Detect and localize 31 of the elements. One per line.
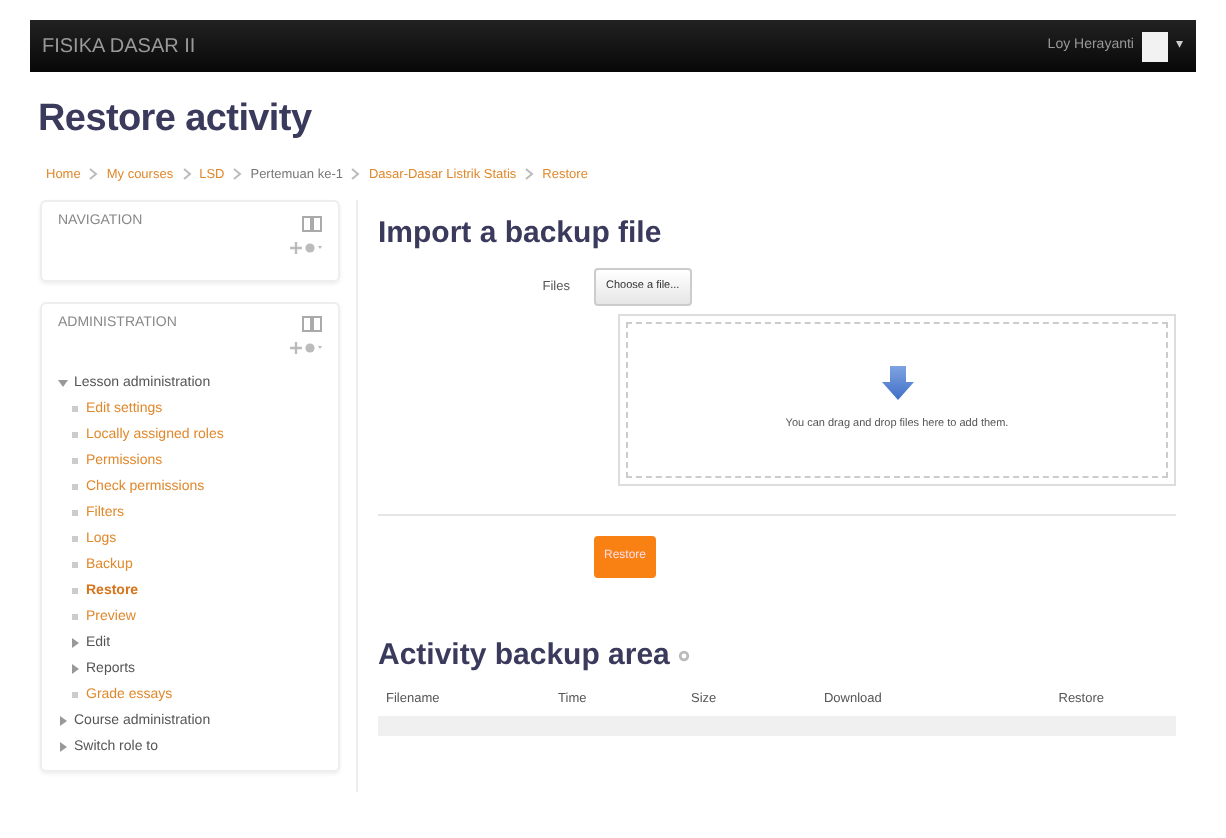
chevron-icon xyxy=(181,168,192,181)
dock-icon[interactable] xyxy=(302,215,322,231)
caret-down-icon xyxy=(58,377,68,388)
caret-right-icon xyxy=(70,637,80,648)
chevron-icon xyxy=(350,168,361,181)
move-settings-icon[interactable] xyxy=(290,342,322,355)
bullet-icon xyxy=(70,429,80,440)
bullet-icon xyxy=(70,507,80,518)
bullet-icon xyxy=(70,611,80,622)
dock-icon[interactable] xyxy=(302,316,322,332)
caret-right-icon xyxy=(58,741,68,752)
caret-right-icon xyxy=(70,663,80,674)
bullet-icon xyxy=(70,403,80,414)
bullet-icon xyxy=(70,455,80,466)
chevron-icon xyxy=(232,168,243,181)
page-title: Restore activity xyxy=(38,96,314,144)
caret-right-icon xyxy=(58,715,68,726)
bullet-icon xyxy=(70,585,80,596)
chevron-icon xyxy=(88,168,99,181)
down-arrow-icon xyxy=(881,365,913,400)
site-brand[interactable]: FISIKA DASAR II xyxy=(42,31,196,61)
help-icon[interactable] xyxy=(677,649,690,661)
chevron-icon xyxy=(524,168,535,181)
section-heading: Import a backup file xyxy=(378,216,664,253)
bullet-icon xyxy=(70,559,80,570)
user-avatar[interactable] xyxy=(1142,31,1168,61)
bullet-icon xyxy=(70,481,80,492)
section-heading: Activity backup area xyxy=(378,637,670,673)
bullet-icon xyxy=(70,689,80,700)
move-settings-icon[interactable] xyxy=(290,241,322,254)
bullet-icon xyxy=(70,533,80,544)
